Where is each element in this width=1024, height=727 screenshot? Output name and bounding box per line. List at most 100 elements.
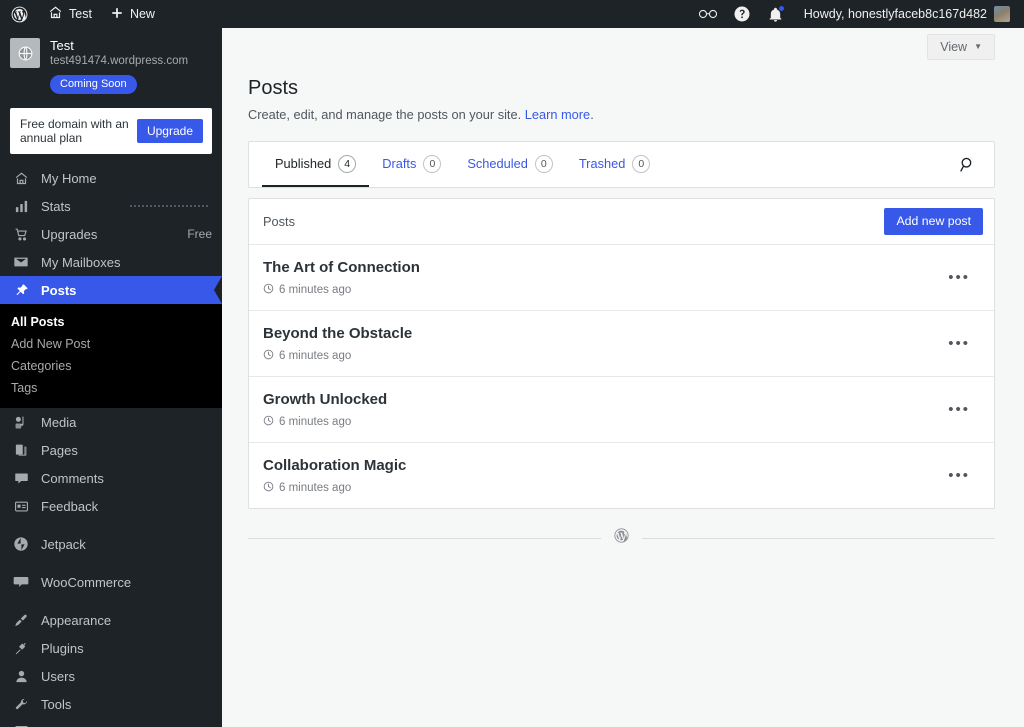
search-icon[interactable] bbox=[947, 142, 994, 187]
table-row[interactable]: Collaboration Magic 6 minutes ago ••• bbox=[249, 443, 994, 508]
help-icon[interactable] bbox=[726, 0, 758, 28]
submenu-item-add-new-post[interactable]: Add New Post bbox=[0, 333, 222, 355]
more-options-icon[interactable]: ••• bbox=[938, 267, 980, 289]
admin-bar-new-button[interactable]: New bbox=[101, 0, 164, 28]
tab-drafts[interactable]: Drafts 0 bbox=[369, 142, 454, 187]
user-icon bbox=[11, 669, 31, 684]
globe-icon bbox=[10, 38, 40, 68]
post-title[interactable]: Growth Unlocked bbox=[263, 390, 938, 409]
sidebar-item-users[interactable]: Users bbox=[0, 662, 222, 690]
bell-icon[interactable] bbox=[760, 0, 792, 28]
add-new-post-button[interactable]: Add new post bbox=[884, 208, 983, 235]
wordpress-logo-icon[interactable] bbox=[0, 0, 39, 28]
sidebar-item-label: Users bbox=[41, 669, 212, 684]
view-button[interactable]: View ▼ bbox=[927, 34, 995, 60]
sidebar-item-label: Plugins bbox=[41, 641, 212, 656]
clock-icon bbox=[263, 349, 274, 363]
sidebar-item-my-home[interactable]: My Home bbox=[0, 164, 222, 192]
learn-more-link[interactable]: Learn more bbox=[525, 107, 590, 122]
more-options-icon[interactable]: ••• bbox=[938, 465, 980, 487]
sidebar-item-label: Feedback bbox=[41, 499, 212, 514]
comment-icon bbox=[11, 471, 31, 486]
home-icon bbox=[11, 171, 31, 186]
account-menu[interactable]: Howdy, honestlyfaceb8c167d482 bbox=[794, 0, 1018, 28]
sidebar-item-tools[interactable]: Tools bbox=[0, 690, 222, 718]
pin-icon bbox=[11, 283, 31, 298]
admin-bar-left: Test New bbox=[0, 0, 164, 28]
sidebar-divider bbox=[0, 520, 222, 530]
tab-count: 0 bbox=[535, 155, 553, 173]
brush-icon bbox=[11, 613, 31, 628]
submenu-item-tags[interactable]: Tags bbox=[0, 377, 222, 399]
sidebar-item-label: Pages bbox=[41, 443, 212, 458]
posts-panel: Published 4 Drafts 0 Scheduled 0 Trashed… bbox=[248, 141, 995, 509]
posts-list-label: Posts bbox=[263, 214, 295, 229]
sidebar-item-jetpack[interactable]: Jetpack bbox=[0, 530, 222, 558]
admin-bar-site-label: Test bbox=[69, 7, 92, 21]
page-subtitle-text: Create, edit, and manage the posts on yo… bbox=[248, 107, 521, 122]
sidebar-divider bbox=[0, 558, 222, 568]
tab-list: Published 4 Drafts 0 Scheduled 0 Trashed… bbox=[249, 142, 663, 187]
feedback-icon bbox=[11, 499, 31, 514]
sidebar-item-settings[interactable]: Settings bbox=[0, 718, 222, 727]
table-row[interactable]: The Art of Connection 6 minutes ago ••• bbox=[249, 245, 994, 311]
table-row[interactable]: Beyond the Obstacle 6 minutes ago ••• bbox=[249, 311, 994, 377]
post-time: 6 minutes ago bbox=[279, 482, 351, 494]
sidebar-item-upgrades[interactable]: Upgrades Free bbox=[0, 220, 222, 248]
notification-dot bbox=[778, 5, 785, 12]
tab-scheduled[interactable]: Scheduled 0 bbox=[454, 142, 565, 187]
admin-sidebar: Test test491474.wordpress.com Coming Soo… bbox=[0, 28, 222, 727]
table-row[interactable]: Growth Unlocked 6 minutes ago ••• bbox=[249, 377, 994, 443]
sidebar-item-feedback[interactable]: Feedback bbox=[0, 492, 222, 520]
sidebar-item-pages[interactable]: Pages bbox=[0, 436, 222, 464]
more-options-icon[interactable]: ••• bbox=[938, 399, 980, 421]
status-badge[interactable]: Coming Soon bbox=[50, 75, 137, 94]
bar-chart-icon bbox=[11, 199, 31, 214]
sidebar-item-label: Comments bbox=[41, 471, 212, 486]
post-meta: 6 minutes ago bbox=[263, 349, 938, 363]
wordpress-logo-icon bbox=[613, 527, 630, 549]
sidebar-item-appearance[interactable]: Appearance bbox=[0, 606, 222, 634]
submenu-item-categories[interactable]: Categories bbox=[0, 355, 222, 377]
glasses-icon[interactable] bbox=[692, 0, 724, 28]
sidebar-item-plugins[interactable]: Plugins bbox=[0, 634, 222, 662]
plug-icon bbox=[11, 641, 31, 656]
post-title[interactable]: The Art of Connection bbox=[263, 258, 938, 277]
post-main: Collaboration Magic 6 minutes ago bbox=[263, 456, 938, 495]
sidebar-item-media[interactable]: Media bbox=[0, 408, 222, 436]
site-card[interactable]: Test test491474.wordpress.com Coming Soo… bbox=[0, 28, 222, 102]
site-name: Test bbox=[50, 38, 188, 53]
posts-submenu: All Posts Add New Post Categories Tags bbox=[0, 304, 222, 408]
main-content: View ▼ Posts Create, edit, and manage th… bbox=[222, 28, 1024, 727]
view-row: View ▼ bbox=[222, 28, 1024, 60]
media-icon bbox=[11, 415, 31, 430]
posts-list-card: Posts Add new post The Art of Connection bbox=[248, 198, 995, 509]
sidebar-divider bbox=[0, 596, 222, 606]
post-title[interactable]: Collaboration Magic bbox=[263, 456, 938, 475]
sidebar-item-my-mailboxes[interactable]: My Mailboxes bbox=[0, 248, 222, 276]
sidebar-item-comments[interactable]: Comments bbox=[0, 464, 222, 492]
tab-trashed[interactable]: Trashed 0 bbox=[566, 142, 663, 187]
sidebar-item-label: Jetpack bbox=[41, 537, 212, 552]
upgrade-button[interactable]: Upgrade bbox=[137, 119, 203, 143]
more-options-icon[interactable]: ••• bbox=[938, 333, 980, 355]
site-meta: Test test491474.wordpress.com Coming Soo… bbox=[50, 38, 188, 94]
page-header: Posts Create, edit, and manage the posts… bbox=[222, 60, 1024, 123]
sidebar-item-stats[interactable]: Stats bbox=[0, 192, 222, 220]
tab-label: Published bbox=[275, 156, 331, 171]
tab-published[interactable]: Published 4 bbox=[262, 142, 369, 187]
submenu-item-all-posts[interactable]: All Posts bbox=[0, 311, 222, 333]
post-title[interactable]: Beyond the Obstacle bbox=[263, 324, 938, 343]
cart-icon bbox=[11, 227, 31, 242]
plus-icon bbox=[110, 6, 124, 23]
sidebar-item-posts[interactable]: Posts bbox=[0, 276, 222, 304]
clock-icon bbox=[263, 415, 274, 429]
admin-bar-site-link[interactable]: Test bbox=[39, 0, 101, 28]
sidebar-item-woocommerce[interactable]: WooCommerce bbox=[0, 568, 222, 596]
pages-icon bbox=[11, 443, 31, 458]
admin-bar-right: Howdy, honestlyfaceb8c167d482 bbox=[692, 0, 1024, 28]
howdy-label: Howdy, honestlyfaceb8c167d482 bbox=[804, 7, 987, 21]
envelope-icon bbox=[11, 254, 31, 270]
chevron-down-icon: ▼ bbox=[974, 43, 982, 51]
admin-bar-new-label: New bbox=[130, 7, 155, 21]
